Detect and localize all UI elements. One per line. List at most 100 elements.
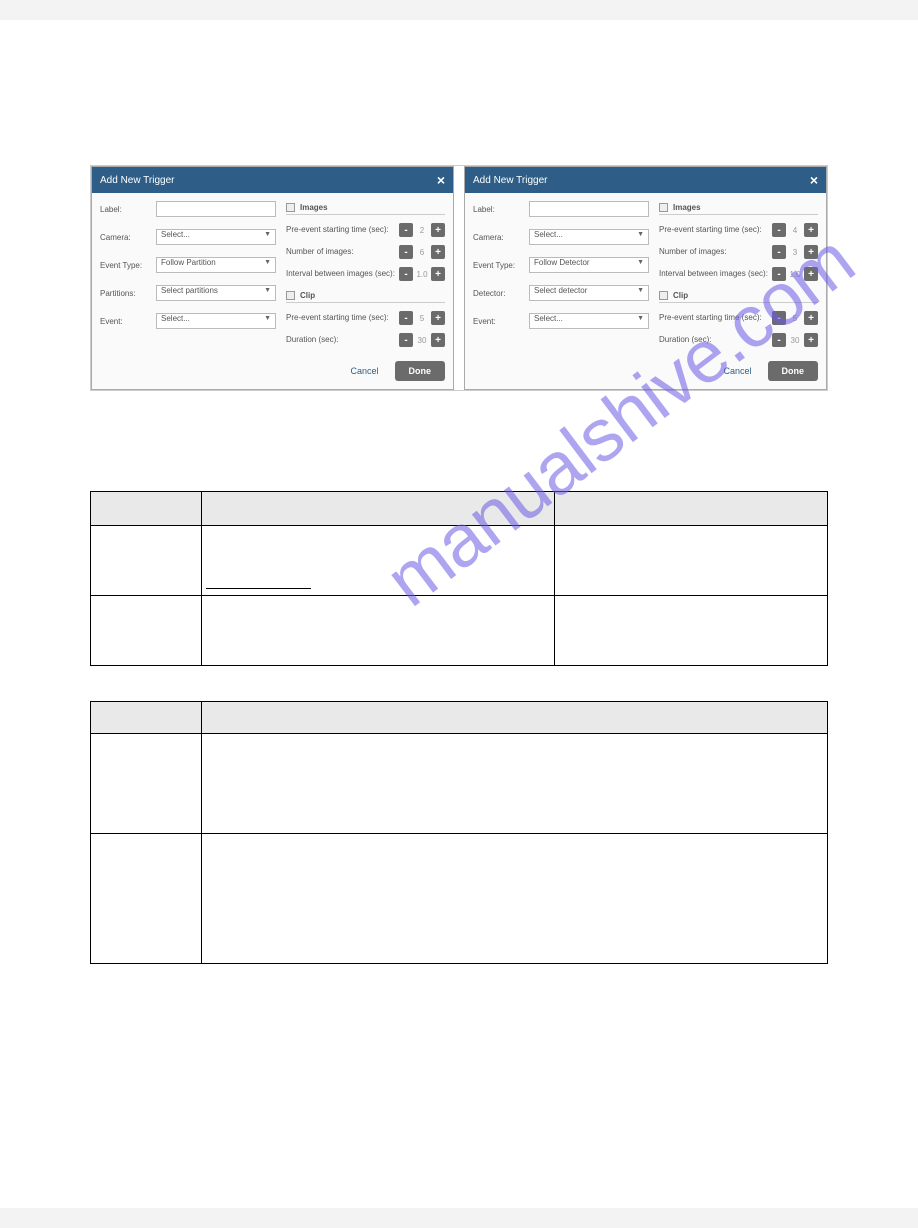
eventtype-label: Event Type: bbox=[100, 261, 150, 270]
plus-icon[interactable]: + bbox=[431, 223, 445, 237]
table-row bbox=[91, 526, 828, 596]
camera-label: Camera: bbox=[100, 233, 150, 242]
table-header-row bbox=[91, 702, 828, 734]
clip-preevent-value: 5 bbox=[787, 314, 803, 323]
eventtype-select[interactable]: Follow Detector bbox=[529, 257, 649, 273]
preevent-stepper[interactable]: - 2 + bbox=[399, 223, 445, 237]
dialog-header: Add New Trigger × bbox=[92, 167, 453, 193]
event-select[interactable]: Select... bbox=[156, 313, 276, 329]
dialog-title: Add New Trigger bbox=[473, 175, 547, 186]
clip-preevent-stepper[interactable]: - 5 + bbox=[399, 311, 445, 325]
plus-icon[interactable]: + bbox=[431, 333, 445, 347]
images-section-label: Images bbox=[673, 203, 701, 212]
camera-select[interactable]: Select... bbox=[529, 229, 649, 245]
interval-stepper[interactable]: - 1.0 + bbox=[772, 267, 818, 281]
cancel-button[interactable]: Cancel bbox=[344, 361, 384, 381]
table-row bbox=[91, 834, 828, 964]
underline-rule bbox=[206, 588, 311, 589]
dialog-title: Add New Trigger bbox=[100, 175, 174, 186]
minus-icon[interactable]: - bbox=[772, 245, 786, 259]
preevent-value: 2 bbox=[414, 226, 430, 235]
add-trigger-dialog-partition: Add New Trigger × Label: Camera: Select.… bbox=[91, 166, 454, 390]
minus-icon[interactable]: - bbox=[399, 267, 413, 281]
numimages-stepper[interactable]: - 6 + bbox=[399, 245, 445, 259]
table-header-row bbox=[91, 492, 828, 526]
interval-value: 1.0 bbox=[414, 270, 430, 279]
event-label: Event: bbox=[473, 317, 523, 326]
camera-select[interactable]: Select... bbox=[156, 229, 276, 245]
clip-section-label: Clip bbox=[673, 291, 688, 300]
eventtype-label: Event Type: bbox=[473, 261, 523, 270]
event-select[interactable]: Select... bbox=[529, 313, 649, 329]
minus-icon[interactable]: - bbox=[399, 245, 413, 259]
numimages-label: Number of images: bbox=[286, 248, 395, 257]
partitions-select[interactable]: Select partitions bbox=[156, 285, 276, 301]
minus-icon[interactable]: - bbox=[772, 267, 786, 281]
minus-icon[interactable]: - bbox=[772, 223, 786, 237]
preevent-stepper[interactable]: - 4 + bbox=[772, 223, 818, 237]
minus-icon[interactable]: - bbox=[772, 311, 786, 325]
plus-icon[interactable]: + bbox=[804, 245, 818, 259]
numimages-label: Number of images: bbox=[659, 248, 768, 257]
table-row bbox=[91, 734, 828, 834]
label-input[interactable] bbox=[156, 201, 276, 217]
minus-icon[interactable]: - bbox=[399, 333, 413, 347]
duration-value: 30 bbox=[414, 336, 430, 345]
label-input[interactable] bbox=[529, 201, 649, 217]
images-section-label: Images bbox=[300, 203, 328, 212]
table-row bbox=[91, 596, 828, 666]
plus-icon[interactable]: + bbox=[431, 245, 445, 259]
plus-icon[interactable]: + bbox=[804, 223, 818, 237]
duration-label: Duration (sec): bbox=[659, 336, 768, 345]
duration-stepper[interactable]: - 30 + bbox=[399, 333, 445, 347]
minus-icon[interactable]: - bbox=[399, 223, 413, 237]
numimages-stepper[interactable]: - 3 + bbox=[772, 245, 818, 259]
minus-icon[interactable]: - bbox=[772, 333, 786, 347]
plus-icon[interactable]: + bbox=[431, 267, 445, 281]
parameters-table-1 bbox=[90, 491, 828, 666]
event-label: Event: bbox=[100, 317, 150, 326]
clip-section-label: Clip bbox=[300, 291, 315, 300]
preevent-label: Pre-event starting time (sec): bbox=[659, 226, 768, 235]
clip-preevent-label: Pre-event starting time (sec): bbox=[659, 314, 768, 323]
close-icon[interactable]: × bbox=[810, 173, 818, 187]
clip-preevent-label: Pre-event starting time (sec): bbox=[286, 314, 395, 323]
label-label: Label: bbox=[473, 205, 523, 214]
parameters-table-2 bbox=[90, 701, 828, 964]
dialogs-container: Add New Trigger × Label: Camera: Select.… bbox=[90, 165, 828, 391]
dialog-header: Add New Trigger × bbox=[465, 167, 826, 193]
preevent-value: 4 bbox=[787, 226, 803, 235]
images-checkbox[interactable] bbox=[659, 203, 668, 212]
interval-label: Interval between images (sec): bbox=[659, 270, 768, 279]
interval-value: 1.0 bbox=[787, 270, 803, 279]
clip-checkbox[interactable] bbox=[286, 291, 295, 300]
preevent-label: Pre-event starting time (sec): bbox=[286, 226, 395, 235]
duration-label: Duration (sec): bbox=[286, 336, 395, 345]
cancel-button[interactable]: Cancel bbox=[717, 361, 757, 381]
add-trigger-dialog-detector: Add New Trigger × Label: Camera: Select.… bbox=[464, 166, 827, 390]
numimages-value: 3 bbox=[787, 248, 803, 257]
done-button[interactable]: Done bbox=[395, 361, 446, 381]
interval-label: Interval between images (sec): bbox=[286, 270, 395, 279]
plus-icon[interactable]: + bbox=[804, 333, 818, 347]
plus-icon[interactable]: + bbox=[804, 311, 818, 325]
numimages-value: 6 bbox=[414, 248, 430, 257]
plus-icon[interactable]: + bbox=[431, 311, 445, 325]
done-button[interactable]: Done bbox=[768, 361, 819, 381]
duration-stepper[interactable]: - 30 + bbox=[772, 333, 818, 347]
detector-label: Detector: bbox=[473, 289, 523, 298]
clip-preevent-value: 5 bbox=[414, 314, 430, 323]
partitions-label: Partitions: bbox=[100, 289, 150, 298]
clip-preevent-stepper[interactable]: - 5 + bbox=[772, 311, 818, 325]
eventtype-select[interactable]: Follow Partition bbox=[156, 257, 276, 273]
interval-stepper[interactable]: - 1.0 + bbox=[399, 267, 445, 281]
clip-checkbox[interactable] bbox=[659, 291, 668, 300]
plus-icon[interactable]: + bbox=[804, 267, 818, 281]
images-checkbox[interactable] bbox=[286, 203, 295, 212]
label-label: Label: bbox=[100, 205, 150, 214]
close-icon[interactable]: × bbox=[437, 173, 445, 187]
camera-label: Camera: bbox=[473, 233, 523, 242]
detector-select[interactable]: Select detector bbox=[529, 285, 649, 301]
duration-value: 30 bbox=[787, 336, 803, 345]
minus-icon[interactable]: - bbox=[399, 311, 413, 325]
